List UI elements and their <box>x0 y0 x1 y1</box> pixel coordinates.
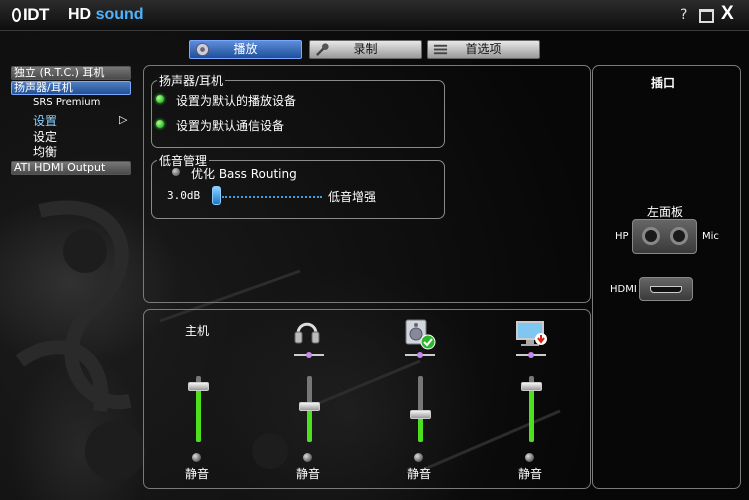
tab-playback[interactable]: 播放 <box>189 40 302 59</box>
hp-label: HP <box>615 231 629 242</box>
speaker-group <box>151 80 445 148</box>
close-button[interactable]: X <box>721 3 734 25</box>
front-jack-panel <box>632 219 697 254</box>
speaker-mute-toggle[interactable] <box>414 453 423 462</box>
title-bar: IDT HD sound ? X <box>0 0 749 31</box>
bass-routing-radio[interactable] <box>172 168 180 176</box>
tab-preferences[interactable]: 首选项 <box>427 40 540 59</box>
speaker-mute-label: 静音 <box>407 467 432 481</box>
headphones-mute-label: 静音 <box>296 467 321 481</box>
hdmi-label: HDMI <box>610 284 637 295</box>
master-volume-thumb[interactable] <box>188 381 209 391</box>
sidebar-item-equalizer[interactable]: 均衡 <box>33 143 57 160</box>
tab-label: 首选项 <box>465 42 502 56</box>
speaker-volume-thumb[interactable] <box>410 410 431 420</box>
sidebar-arrow-icon: ▷ <box>119 113 128 126</box>
default-playback-led <box>156 95 164 103</box>
balance-handle[interactable] <box>417 352 423 358</box>
headphones-volume-thumb[interactable] <box>299 401 320 411</box>
hdmi-jack-box <box>639 277 693 301</box>
default-comm-led <box>156 120 164 128</box>
hdmi-mute-toggle[interactable] <box>525 453 534 462</box>
bass-value: 3.0dB <box>167 189 201 202</box>
balance-handle[interactable] <box>528 352 534 358</box>
sidebar-item-rtc-headphones[interactable]: 独立 (R.T.C.) 耳机 <box>11 66 131 80</box>
bass-slider-thumb[interactable] <box>212 186 221 205</box>
master-channel-label: 主机 <box>185 324 210 338</box>
headphones-mute-toggle[interactable] <box>303 453 312 462</box>
speaker-icon <box>195 42 210 57</box>
sidebar-item-settings[interactable]: 设置 <box>33 112 57 129</box>
hdmi-volume-thumb[interactable] <box>521 381 542 391</box>
volume-fill <box>529 385 534 442</box>
front-panel-label: 左面板 <box>647 205 684 219</box>
hdmi-mute-label: 静音 <box>518 467 543 481</box>
jack-panel-title: 插口 <box>651 76 676 90</box>
speaker-volume-track[interactable] <box>418 376 423 442</box>
default-comm-option[interactable]: 设置为默认通信设备 <box>176 117 284 134</box>
hdmi-port-icon[interactable] <box>650 286 682 293</box>
help-button[interactable]: ? <box>680 7 687 23</box>
speaker-check-icon <box>405 319 436 350</box>
bass-slider-track[interactable] <box>222 196 322 200</box>
speaker-group-title: 扬声器/耳机 <box>157 72 226 89</box>
tab-recording[interactable]: 录制 <box>309 40 422 59</box>
microphone-icon <box>316 43 329 56</box>
balance-handle[interactable] <box>306 352 312 358</box>
hp-jack[interactable] <box>642 227 660 245</box>
idt-logo: IDT <box>12 5 49 25</box>
master-mute-label: 静音 <box>185 467 210 481</box>
sidebar-item-srs-premium[interactable]: SRS Premium <box>33 97 100 108</box>
list-icon <box>433 44 448 55</box>
tab-label: 录制 <box>353 42 378 56</box>
hd-sound-logo: HD sound <box>68 6 144 23</box>
tab-label: 播放 <box>233 42 258 56</box>
bass-routing-label: 优化 Bass Routing <box>191 167 297 181</box>
sidebar-item-speakers-headphones[interactable]: 扬声器/耳机 <box>11 81 131 95</box>
sidebar-item-ati-hdmi[interactable]: ATI HDMI Output <box>11 161 131 175</box>
monitor-download-icon <box>516 321 547 346</box>
mic-label: Mic <box>702 231 719 242</box>
master-mute-toggle[interactable] <box>192 453 201 462</box>
volume-fill <box>307 405 312 442</box>
volume-fill <box>196 385 201 442</box>
headphones-icon <box>294 322 320 344</box>
mic-jack[interactable] <box>670 227 688 245</box>
bass-boost-label: 低音增强 <box>328 190 377 204</box>
maximize-button[interactable] <box>699 9 714 23</box>
default-playback-option[interactable]: 设置为默认的播放设备 <box>176 92 296 109</box>
